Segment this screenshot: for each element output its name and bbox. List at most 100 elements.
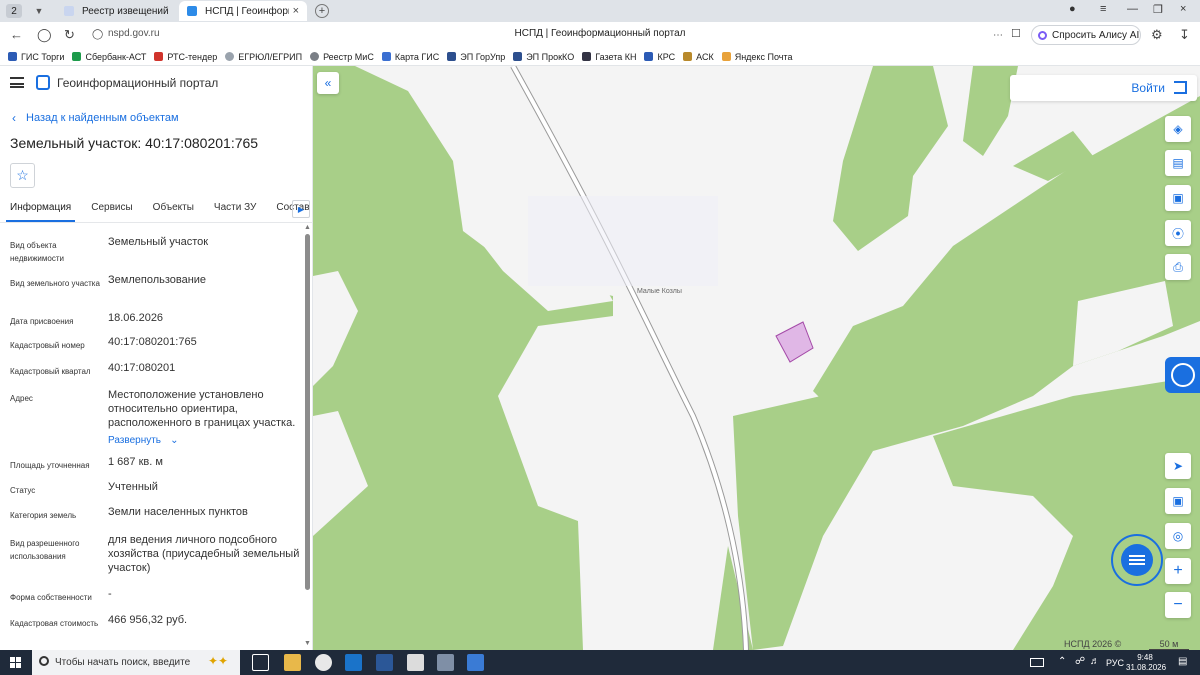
eagle-icon xyxy=(64,6,74,16)
panel-scrollbar[interactable]: ▲ ▼ xyxy=(303,224,311,650)
menu-icon[interactable]: ≡ xyxy=(1100,3,1106,15)
bookmark-item[interactable]: Сбербанк-АСТ xyxy=(72,52,146,62)
portal-logo-icon xyxy=(36,75,50,90)
bookmark-item[interactable]: ЭП ГорУпр xyxy=(447,52,505,62)
layers-icon[interactable]: ◈ xyxy=(1165,116,1191,142)
browser-tab-active[interactable]: НСПД | Геоинформацио × xyxy=(179,1,307,21)
bookmark-label: Карта ГИС xyxy=(394,51,440,62)
zoom-in-button[interactable]: + xyxy=(1165,558,1191,584)
new-tab-button[interactable]: + xyxy=(315,4,329,18)
bookmark-item[interactable]: Реестр МиС xyxy=(310,52,374,62)
bookmark-item[interactable]: Яндекс Почта xyxy=(721,52,792,62)
expand-link[interactable]: Развернуть xyxy=(108,434,161,448)
bookmark-item[interactable]: АСК xyxy=(683,52,714,62)
task-view-icon[interactable] xyxy=(252,654,269,671)
chevron-down-icon[interactable]: ⌄ xyxy=(170,434,178,448)
tab-services[interactable]: Сервисы xyxy=(91,200,132,222)
file-explorer-icon[interactable] xyxy=(284,654,301,671)
search-icon xyxy=(39,656,49,666)
address-bar: ← ◯ ↻ ◯ nspd.gov.ru НСПД | Геоинформацио… xyxy=(0,22,1200,48)
calculator-icon[interactable] xyxy=(407,654,424,671)
tab-counter[interactable]: 2 xyxy=(6,4,22,18)
map-service-icon xyxy=(1171,363,1195,387)
clock-time[interactable]: 9:48 xyxy=(1128,653,1162,662)
minimap-icon[interactable]: ▣ xyxy=(1165,488,1191,514)
restore-icon[interactable]: ❐ xyxy=(1153,3,1163,16)
navigate-icon[interactable]: ➤ xyxy=(1165,453,1191,479)
more-icon[interactable]: ⋯ xyxy=(993,30,1003,41)
login-button[interactable]: Войти xyxy=(1010,75,1197,101)
alice-button[interactable]: Спросить Алису AI xyxy=(1031,25,1141,45)
locate-icon[interactable]: ◎ xyxy=(1165,523,1191,549)
info-panel: Геоинформационный портал ‹ Назад к найде… xyxy=(0,66,313,650)
outlook-icon[interactable] xyxy=(345,654,362,671)
property-label: Кадастровый квартал xyxy=(10,367,91,376)
tray-chevron-icon[interactable]: ⌃ xyxy=(1058,656,1066,667)
extensions-icon[interactable]: ⚙ xyxy=(1151,27,1163,43)
bookmark-icon xyxy=(8,52,17,61)
back-label: Назад к найденным объектам xyxy=(26,112,179,124)
ruler-icon[interactable]: ▤ xyxy=(1165,150,1191,176)
bookmark-icon xyxy=(225,52,235,61)
map-canvas[interactable] xyxy=(313,66,1200,650)
scroll-up-icon[interactable]: ▲ xyxy=(304,224,311,231)
bookmark-item[interactable]: КРС xyxy=(644,52,675,62)
close-icon[interactable]: × xyxy=(293,5,299,17)
taskbar-search[interactable]: Чтобы начать поиск, введите ✦✦ xyxy=(32,650,240,675)
bookmark-item[interactable]: ЕГРЮЛ/ЕГРИП xyxy=(225,52,302,62)
bookmark-item[interactable]: ГИС Торги xyxy=(8,52,64,62)
scrollbar-thumb[interactable] xyxy=(305,234,310,590)
tab-title: Реестр извещений xyxy=(82,5,168,17)
property-value: 1 687 кв. м xyxy=(108,456,163,468)
back-to-results-link[interactable]: ‹ Назад к найденным объектам xyxy=(12,111,179,125)
bookmark-item[interactable]: Карта ГИС xyxy=(381,51,440,62)
bookmark-item[interactable]: РТС-тендер xyxy=(154,52,217,62)
tab-information[interactable]: Информация xyxy=(5,200,76,222)
collapse-panel-button[interactable]: « xyxy=(317,72,339,94)
select-area-icon[interactable]: ▣ xyxy=(1165,185,1191,211)
bookmark-item[interactable]: Газета КН xyxy=(582,52,636,62)
close-window-icon[interactable]: × xyxy=(1180,3,1186,15)
browser-tab[interactable]: Реестр извещений xyxy=(56,1,176,21)
hamburger-menu-icon[interactable] xyxy=(10,77,24,88)
bookmarks-bar: ГИС Торги Сбербанк-АСТ РТС-тендер ЕГРЮЛ/… xyxy=(0,48,1200,66)
alice-label: Спросить Алису AI xyxy=(1052,29,1140,41)
map-scale: 50 м xyxy=(1149,639,1189,650)
network-icon[interactable]: ☍ xyxy=(1075,656,1085,667)
property-label: Статус xyxy=(10,486,36,495)
zoom-out-button[interactable]: − xyxy=(1165,592,1191,618)
favorite-star-icon[interactable]: ☆ xyxy=(10,163,35,188)
volume-icon[interactable]: ♬ xyxy=(1090,656,1100,667)
download-icon[interactable]: ↧ xyxy=(1179,27,1190,43)
yandex-browser-icon[interactable] xyxy=(315,654,332,671)
language-indicator[interactable]: РУС xyxy=(1106,658,1124,668)
property-value: Учтенный xyxy=(108,481,158,493)
bookmark-item[interactable]: ЭП ПрокКО xyxy=(513,52,574,62)
sparkle-icon: ✦✦ xyxy=(208,654,229,668)
bookmark-icon[interactable]: ☐ xyxy=(1011,27,1021,40)
alice-icon xyxy=(1038,30,1047,40)
scroll-down-icon[interactable]: ▼ xyxy=(304,640,311,647)
tabs-next-icon[interactable]: ▶ xyxy=(292,200,310,218)
browser-tabstrip: 2 ▼ Реестр извещений НСПД | Геоинформаци… xyxy=(0,0,1200,22)
property-value: для ведения личного подсобного хозяйства… xyxy=(108,534,300,574)
share-icon[interactable]: ⦿ xyxy=(1165,220,1191,246)
app-icon[interactable] xyxy=(467,654,484,671)
tab-title: НСПД | Геоинформацио xyxy=(205,5,289,17)
profile-icon[interactable]: ● xyxy=(1069,3,1076,15)
windows-start-icon[interactable] xyxy=(10,657,21,668)
chevron-down-icon[interactable]: ▼ xyxy=(32,6,46,16)
property-label: Форма собственности xyxy=(10,593,92,602)
tab-parts[interactable]: Части ЗУ xyxy=(214,200,256,222)
keyboard-icon[interactable] xyxy=(1030,658,1044,667)
clock-date[interactable]: 31.08.2026 xyxy=(1126,663,1166,672)
chat-button[interactable] xyxy=(1111,534,1163,586)
word-icon[interactable] xyxy=(376,654,393,671)
side-panel-tab[interactable] xyxy=(1165,357,1200,393)
app-icon[interactable] xyxy=(437,654,454,671)
print-icon[interactable]: ⎙ xyxy=(1165,254,1191,280)
minimize-icon[interactable]: — xyxy=(1127,3,1138,15)
notifications-icon[interactable]: ▤ xyxy=(1178,656,1187,667)
property-value: Местоположение установлено относительно … xyxy=(108,389,296,429)
tab-objects[interactable]: Объекты xyxy=(153,200,194,222)
